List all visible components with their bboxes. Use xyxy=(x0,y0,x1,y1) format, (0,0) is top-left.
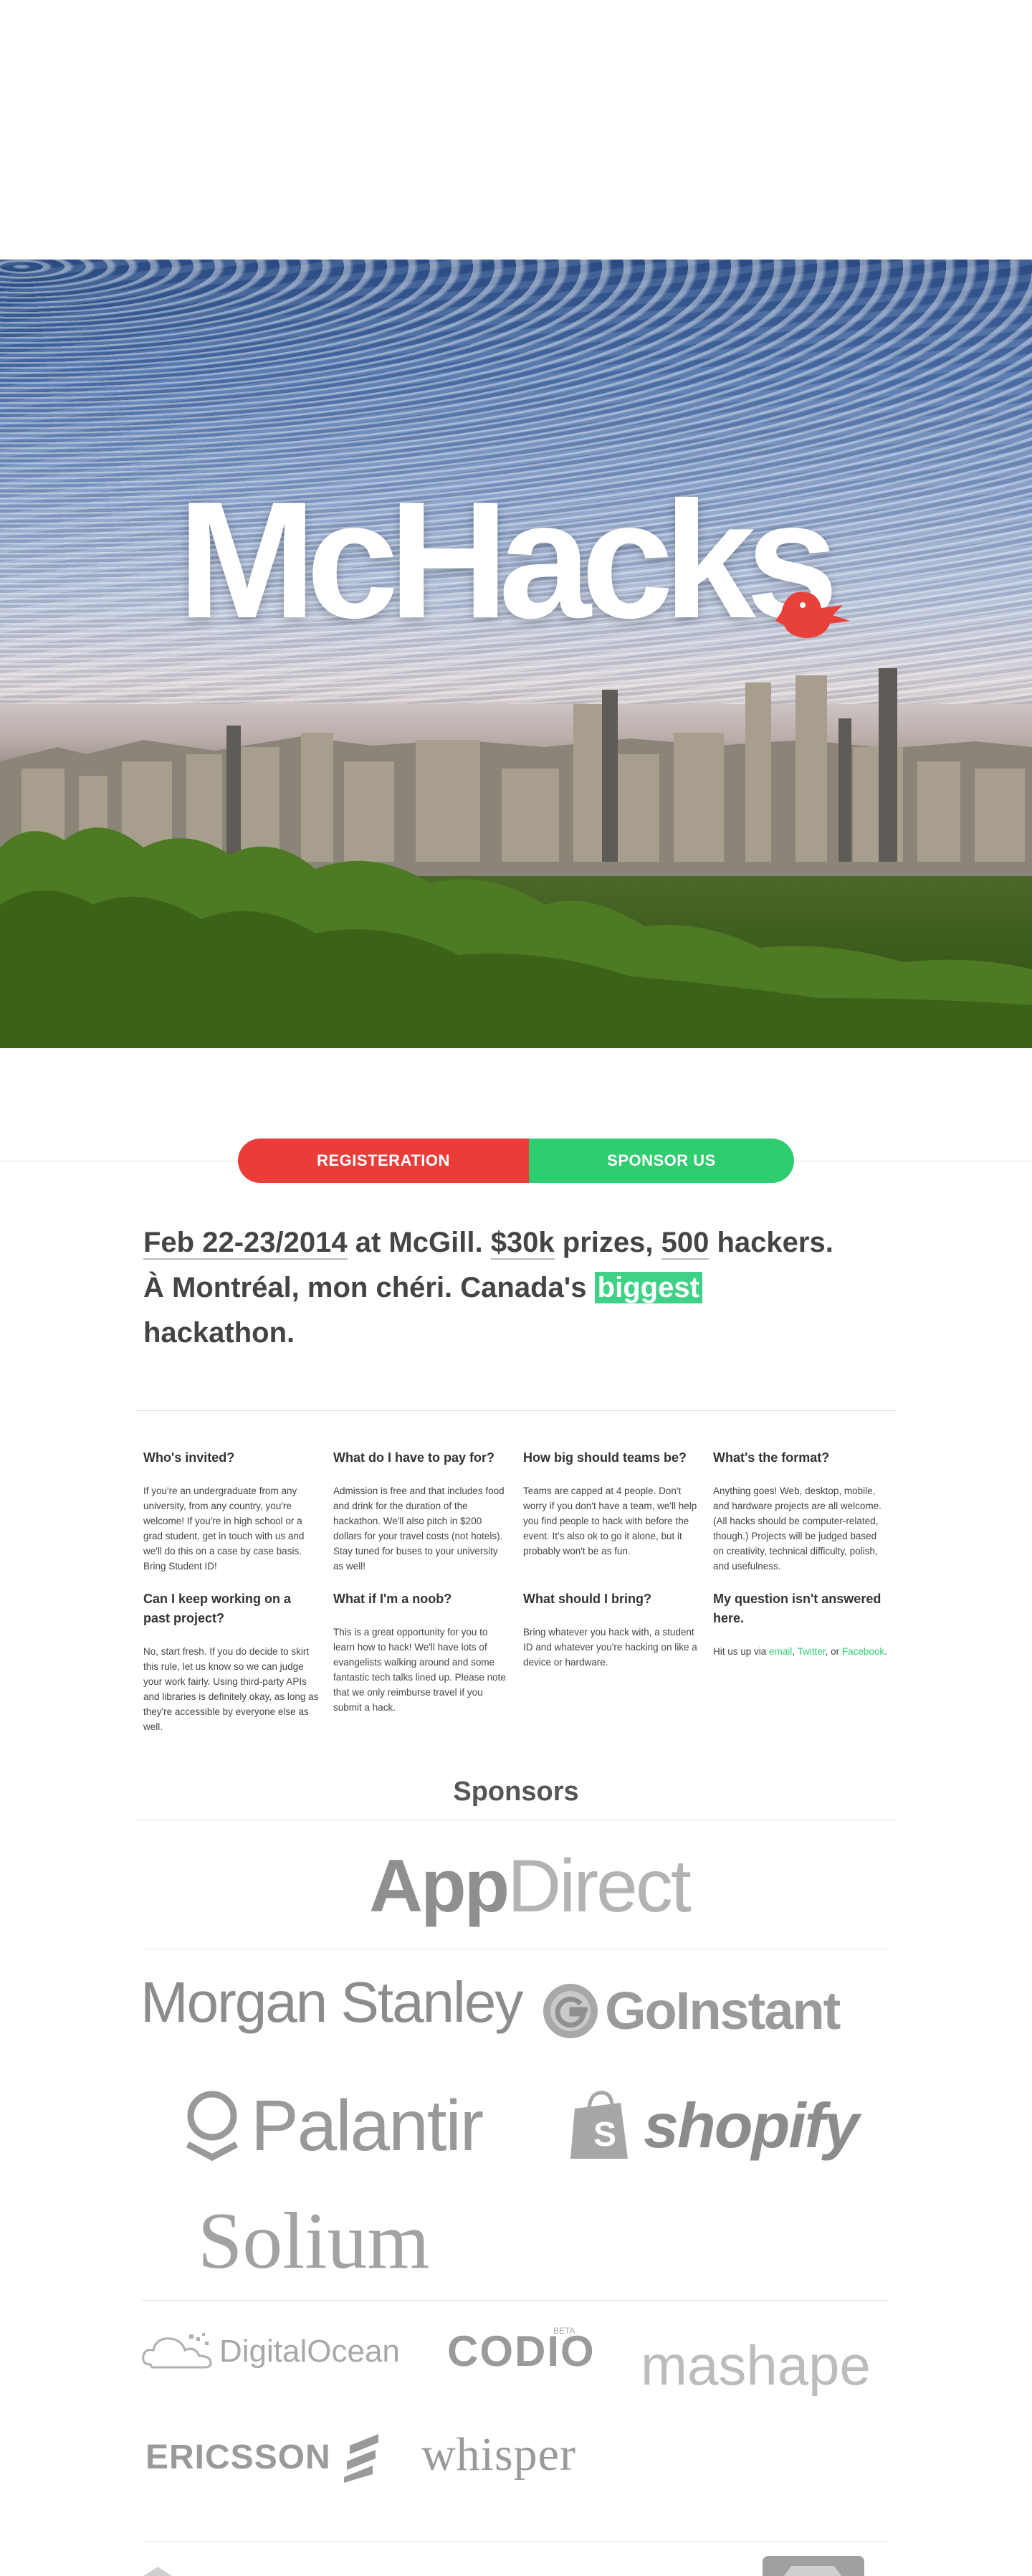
intro-text-hackathon: hackathon. xyxy=(143,1317,295,1349)
faq-answer: Anything goes! Web, desktop, mobile, and… xyxy=(713,1486,882,1572)
faq-question: What's the format? xyxy=(713,1450,830,1465)
shopify-wordmark: shopify xyxy=(644,2090,859,2161)
goinstant-logo[interactable]: GoInstant xyxy=(542,1980,841,2042)
faq-answer: Hit us up via email, Twitter, or Faceboo… xyxy=(713,1644,889,1659)
faq-question: Can I keep working on a past project? xyxy=(143,1592,292,1625)
hero-banner: McHacks xyxy=(0,260,1032,1048)
prize-amount: $30k xyxy=(490,1227,555,1260)
palantir-wordmark: Palantir xyxy=(251,2086,484,2166)
sponsor-us-button[interactable]: SPONSOR US xyxy=(529,1139,794,1183)
codio-beta-badge: BETA xyxy=(553,2326,575,2336)
appdirect-logo-a: App xyxy=(369,1845,510,1928)
faq-question: What if I'm a noob? xyxy=(333,1592,452,1606)
goinstant-icon xyxy=(543,1984,598,2038)
mashape-logo[interactable]: mashape xyxy=(641,2333,871,2397)
contact-sep: , or xyxy=(825,1646,842,1657)
digitalocean-wordmark: DigitalOcean xyxy=(219,2334,400,2369)
contact-sep: , xyxy=(792,1646,798,1657)
partial-sponsor-logo xyxy=(763,2556,864,2576)
ericsson-icon xyxy=(343,2434,378,2483)
shopping-bag-icon: S xyxy=(570,2091,628,2159)
sponsors-heading: Sponsors xyxy=(453,1777,579,1807)
ericsson-wordmark: ERICSSON xyxy=(145,2438,331,2476)
faq-item: My question isn't answered here. Hit us … xyxy=(713,1589,889,1734)
highlight-biggest: biggest xyxy=(594,1272,702,1303)
faq-answer: Teams are capped at 4 people. Don't worr… xyxy=(523,1486,697,1556)
appdirect-logo[interactable]: AppDirect xyxy=(369,1845,692,1928)
faq-answer: Admission is free and that includes food… xyxy=(333,1486,505,1572)
faq-item: What do I have to pay for? Admission is … xyxy=(333,1448,509,1574)
twitter-link[interactable]: Twitter xyxy=(798,1646,826,1657)
intro-text-montreal: À Montréal, mon chéri. Canada's xyxy=(143,1272,595,1303)
faq-item: What if I'm a noob? This is a great oppo… xyxy=(333,1589,509,1734)
intro-text-at: at McGill. xyxy=(347,1227,491,1258)
solium-logo[interactable]: Solium xyxy=(198,2198,430,2284)
faq-question: What do I have to pay for? xyxy=(333,1450,495,1465)
faq-answer: If you're an undergraduate from any univ… xyxy=(143,1486,305,1572)
faq-item: What's the format? Anything goes! Web, d… xyxy=(713,1448,889,1574)
digitalocean-logo[interactable]: DigitalOcean xyxy=(142,2327,400,2377)
tier-divider xyxy=(142,2300,889,2301)
svg-text:S: S xyxy=(593,2116,616,2154)
email-link[interactable]: email xyxy=(769,1646,792,1657)
faq-answer: No, start fresh. If you do decide to ski… xyxy=(143,1646,319,1732)
intro-text-prizes: prizes, xyxy=(554,1227,661,1258)
appdirect-logo-b: Direct xyxy=(507,1845,692,1928)
contact-suffix: . xyxy=(884,1646,887,1657)
faq-question: My question isn't answered here. xyxy=(713,1592,882,1625)
faq-question: How big should teams be? xyxy=(523,1450,687,1465)
mchacks-logo: McHacks xyxy=(178,467,838,653)
intro-text-hackers: hackers. xyxy=(709,1227,833,1258)
faq-question: Who's invited? xyxy=(143,1450,235,1465)
bird-icon xyxy=(775,591,850,638)
intro-tagline: Feb 22-23/2014 at McGill. $30k prizes, 5… xyxy=(143,1220,903,1356)
goinstant-wordmark: GoInstant xyxy=(605,1981,841,2040)
faq-item: What should I bring? Bring whatever you … xyxy=(523,1589,699,1734)
partial-sponsor-logo xyxy=(143,2567,172,2576)
palantir-logo[interactable]: Palantir xyxy=(183,2086,484,2166)
contact-prefix: Hit us up via xyxy=(713,1646,770,1657)
trees-foreground xyxy=(0,827,1032,1048)
palantir-icon xyxy=(186,2091,239,2162)
section-divider xyxy=(136,1410,896,1411)
morgan-stanley-logo[interactable]: Morgan Stanley xyxy=(140,1972,523,2033)
tier-divider xyxy=(142,2541,889,2542)
shopify-logo[interactable]: S shopify xyxy=(568,2086,859,2165)
cta-button-group: REGISTERATION SPONSOR US xyxy=(238,1139,794,1183)
cloud-icon xyxy=(142,2333,212,2369)
faq-question: What should I bring? xyxy=(523,1592,651,1606)
faq-item: Who's invited? If you're an undergraduat… xyxy=(143,1448,319,1574)
facebook-link[interactable]: Facebook xyxy=(842,1646,884,1657)
faq-section: Who's invited? If you're an undergraduat… xyxy=(143,1448,906,1734)
faq-answer: This is a great opportunity for you to l… xyxy=(333,1627,506,1713)
hacker-count: 500 xyxy=(661,1227,710,1260)
ericsson-logo[interactable]: ERICSSON xyxy=(145,2429,384,2486)
faq-answer: Bring whatever you hack with, a student … xyxy=(523,1627,697,1668)
whisper-logo[interactable]: whisper xyxy=(421,2426,576,2484)
registration-button[interactable]: REGISTERATION xyxy=(238,1139,529,1183)
codio-logo[interactable]: CODIO BETA xyxy=(447,2323,596,2380)
faq-item: How big should teams be? Teams are cappe… xyxy=(523,1448,699,1574)
faq-item: Can I keep working on a past project? No… xyxy=(143,1589,319,1734)
event-date: Feb 22-23/2014 xyxy=(143,1227,348,1260)
